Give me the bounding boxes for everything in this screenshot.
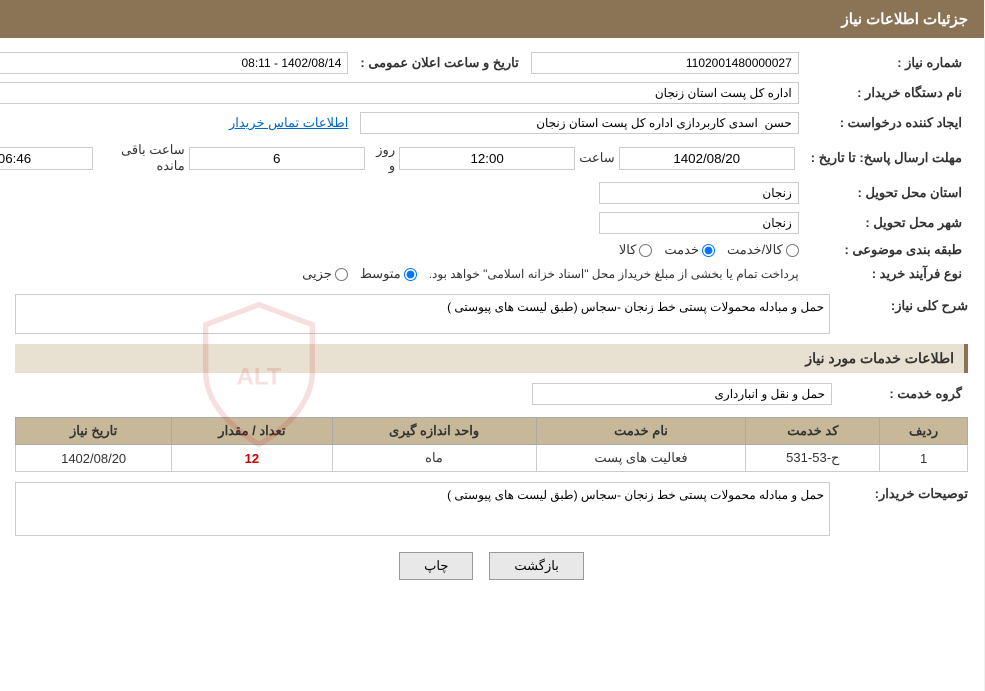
page-header: جزئیات اطلاعات نیاز: [0, 0, 985, 38]
saat-mande-input[interactable]: [0, 147, 94, 170]
ijad-konande-input[interactable]: [361, 112, 799, 134]
nooe-farayand-radio-group: پرداخت تمام یا بخشی از مبلغ خریداز محل "…: [0, 266, 800, 282]
goroh-input[interactable]: [533, 383, 833, 405]
date-input[interactable]: [620, 147, 796, 170]
radio-jozei[interactable]: جزیی: [303, 266, 349, 282]
tarikh-elan-input[interactable]: [0, 52, 349, 74]
shahr-tahvil-label: شهر محل تحویل :: [806, 208, 969, 238]
main-info-table: شماره نیاز : تاریخ و ساعت اعلان عمومی : …: [0, 48, 969, 286]
col-vahed: واحد اندازه گیری: [333, 418, 537, 445]
radio-jozei-input[interactable]: [336, 268, 349, 281]
tabaqe-label: طبقه بندی موضوعی :: [806, 238, 969, 262]
nam-dastgah-label: نام دستگاه خریدار :: [806, 78, 969, 108]
col-tarikh: تاریخ نیاز: [17, 418, 173, 445]
tosif-textarea[interactable]: [16, 482, 831, 536]
col-code: کد خدمت: [747, 418, 881, 445]
shomara-niaz-label: شماره نیاز :: [806, 48, 969, 78]
saat-mande-label: ساعت باقی مانده: [98, 142, 185, 174]
shahr-tahvil-input[interactable]: [600, 212, 800, 234]
tosif-label: توصیحات خریدار:: [876, 486, 969, 501]
button-group: بازگشت چاپ: [16, 552, 969, 580]
mohlat-label: مهلت ارسال پاسخ: تا تاریخ :: [806, 138, 969, 178]
bazgasht-button[interactable]: بازگشت: [490, 552, 584, 580]
sharh-label: شرح کلی نیاز:: [892, 298, 969, 313]
ettelaat-tamas-link[interactable]: اطلاعات تماس خریدار: [230, 115, 349, 130]
table-row: 1ح-53-531فعالیت های پستماه121402/08/20: [17, 445, 969, 472]
goroh-table: گروه خدمت :: [16, 379, 969, 409]
sharh-textarea[interactable]: [16, 294, 831, 334]
radio-kala-khadamat[interactable]: کالا/خدمت: [728, 242, 800, 258]
kala-label: کالا: [620, 242, 638, 258]
ijad-konande-label: ایجاد کننده درخواست :: [806, 108, 969, 138]
khadamat-section-title: اطلاعات خدمات مورد نیاز: [16, 344, 969, 373]
goroh-label: گروه خدمت :: [839, 379, 969, 409]
ostan-tahvil-label: استان محل تحویل :: [806, 178, 969, 208]
services-table: ردیف کد خدمت نام خدمت واحد اندازه گیری ت…: [16, 417, 969, 472]
khadamat-label: خدمت: [665, 242, 700, 258]
col-radif: ردیف: [881, 418, 969, 445]
chap-button[interactable]: چاپ: [400, 552, 474, 580]
col-name: نام خدمت: [537, 418, 747, 445]
kala-khadamat-label: کالا/خدمت: [728, 242, 784, 258]
shomara-niaz-input[interactable]: [532, 52, 800, 74]
rooz-label: روز و: [370, 142, 396, 174]
radio-kala-input[interactable]: [640, 244, 653, 257]
nooe-farayand-label: نوع فرآیند خرید :: [806, 262, 969, 286]
radio-kala-khadamat-input[interactable]: [787, 244, 800, 257]
radio-khadamat-input[interactable]: [703, 244, 716, 257]
nam-dastgah-input[interactable]: [0, 82, 800, 104]
radio-motavaset-input[interactable]: [405, 268, 418, 281]
header-title: جزئیات اطلاعات نیاز: [843, 11, 970, 28]
tarikh-elan-label: تاریخ و ساعت اعلان عمومی :: [355, 48, 525, 78]
nooe-note: پرداخت تمام یا بخشی از مبلغ خریداز محل "…: [430, 267, 800, 281]
radio-khadamat[interactable]: خدمت: [665, 242, 716, 258]
tabaqe-radio-group: کالا/خدمت خدمت کالا: [0, 242, 800, 258]
radio-kala[interactable]: کالا: [620, 242, 654, 258]
jozei-label: جزیی: [303, 266, 333, 282]
saat-input[interactable]: [400, 147, 576, 170]
motavaset-label: متوسط: [361, 266, 402, 282]
ostan-tahvil-input[interactable]: [600, 182, 800, 204]
saat-label: ساعت: [580, 150, 615, 166]
col-tedad: تعداد / مقدار: [173, 418, 333, 445]
rooz-input[interactable]: [190, 147, 366, 170]
radio-motavaset[interactable]: متوسط: [361, 266, 418, 282]
